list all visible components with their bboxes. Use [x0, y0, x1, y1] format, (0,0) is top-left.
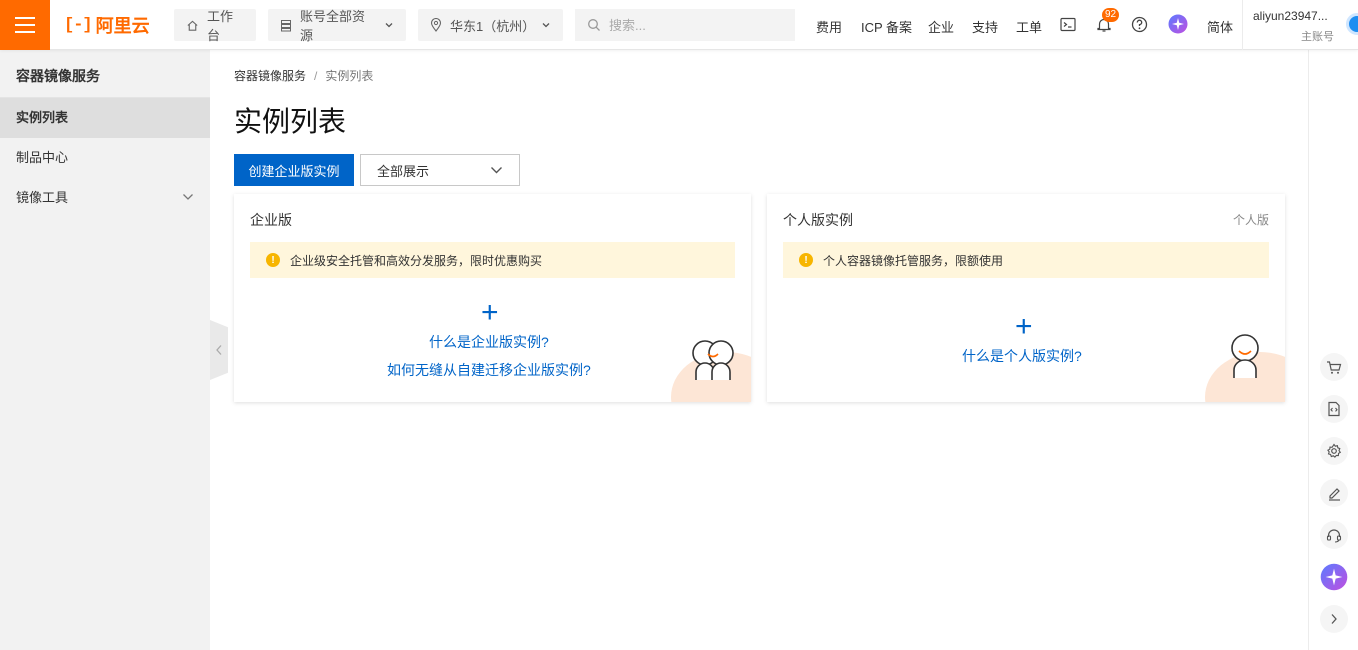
location-icon [430, 18, 442, 32]
nav-link-fees[interactable]: 费用 [816, 17, 842, 36]
display-filter-value: 全部展示 [377, 163, 430, 179]
create-enterprise-instance-button[interactable]: 创建企业版实例 [234, 154, 354, 186]
account-name: aliyun23947... [1253, 9, 1328, 23]
card-title: 企业版 [250, 212, 292, 228]
sidebar-item-instances[interactable]: 实例列表 [0, 98, 210, 138]
sidebar-item-image-tools[interactable]: 镜像工具 [0, 178, 210, 218]
chevron-down-icon [183, 194, 193, 200]
ai-assistant-icon[interactable] [1320, 563, 1348, 591]
nav-link-enterprise[interactable]: 企业 [928, 17, 954, 36]
workbench-button[interactable]: 工作台 [174, 9, 256, 43]
server-icon [281, 19, 291, 31]
display-filter-select[interactable]: 全部展示 [360, 154, 520, 186]
chevron-down-icon [385, 23, 393, 28]
right-tool-rail [1308, 50, 1358, 650]
cart-icon[interactable] [1320, 353, 1348, 381]
sidebar-item-label: 实例列表 [16, 110, 69, 125]
notice-text: 个人容器镜像托管服务，限额使用 [823, 253, 1004, 268]
region-selector[interactable]: 华东1（杭州） [418, 9, 563, 41]
resource-selector[interactable]: 账号全部资源 [268, 9, 406, 43]
nav-link-icp[interactable]: ICP 备案 [861, 17, 912, 36]
team-illustration-icon [692, 340, 734, 380]
personal-instance-card: 个人版实例 个人版 ! 个人容器镜像托管服务，限额使用 + 什么是个人版实例? [767, 194, 1285, 402]
page-title: 实例列表 [234, 106, 347, 137]
chevron-right-icon[interactable] [1320, 605, 1348, 633]
sidebar-title: 容器镜像服务 [0, 50, 210, 98]
migrate-enterprise-link[interactable]: 如何无缝从自建迁移企业版实例? [387, 360, 591, 380]
account-menu[interactable]: aliyun23947... 主账号 [1242, 0, 1358, 50]
sidebar-item-artifacts[interactable]: 制品中心 [0, 138, 210, 178]
account-role: 主账号 [1301, 31, 1334, 43]
warning-icon: ! [266, 253, 280, 267]
avatar[interactable] [1346, 13, 1358, 35]
language-switch[interactable]: 简体 [1207, 17, 1233, 36]
notice-text: 企业级安全托管和高效分发服务，限时优惠购买 [290, 253, 543, 268]
code-doc-icon[interactable] [1320, 395, 1348, 423]
aliyun-logo[interactable]: [-] 阿里云 [64, 13, 150, 37]
nav-link-support[interactable]: 支持 [972, 17, 998, 36]
help-icon[interactable] [1131, 16, 1148, 33]
region-label: 华东1（杭州） [450, 18, 536, 34]
terminal-icon[interactable] [1060, 17, 1076, 32]
card-edition-tag: 个人版 [1232, 213, 1269, 227]
breadcrumb-separator: / [314, 69, 318, 83]
home-icon [187, 20, 198, 31]
breadcrumb: 容器镜像服务 / 实例列表 [234, 67, 373, 84]
aliyun-logo-mark-icon: [-] [64, 15, 93, 35]
ai-assistant-icon[interactable] [1168, 14, 1188, 34]
what-is-personal-link[interactable]: 什么是个人版实例? [962, 346, 1082, 366]
breadcrumb-current: 实例列表 [325, 69, 374, 83]
logo-text: 阿里云 [95, 16, 150, 36]
enterprise-instance-card: 企业版 ! 企业级安全托管和高效分发服务，限时优惠购买 + 什么是企业版实例? … [234, 194, 751, 402]
personal-notice: ! 个人容器镜像托管服务，限额使用 [783, 242, 1269, 278]
add-personal-instance-icon[interactable]: + [1015, 312, 1033, 342]
card-title: 个人版实例 [783, 212, 853, 228]
gear-icon[interactable] [1320, 437, 1348, 465]
what-is-enterprise-link[interactable]: 什么是企业版实例? [429, 332, 549, 352]
nav-link-ticket[interactable]: 工单 [1016, 17, 1042, 36]
breadcrumb-root[interactable]: 容器镜像服务 [234, 69, 306, 83]
resource-selector-label: 账号全部资源 [300, 9, 366, 43]
search-icon [588, 19, 600, 31]
search-input[interactable] [609, 17, 779, 33]
headset-icon[interactable] [1320, 521, 1348, 549]
chevron-down-icon [542, 23, 550, 28]
sidebar-collapse-handle[interactable] [210, 320, 228, 380]
edit-icon[interactable] [1320, 479, 1348, 507]
enterprise-notice: ! 企业级安全托管和高效分发服务，限时优惠购买 [250, 242, 735, 278]
sidebar-item-label: 镜像工具 [16, 190, 69, 205]
menu-icon[interactable] [0, 0, 50, 50]
sidebar-item-label: 制品中心 [16, 150, 69, 165]
global-search [575, 9, 795, 41]
warning-icon: ! [799, 253, 813, 267]
person-illustration-icon [1231, 334, 1259, 378]
workbench-label: 工作台 [207, 9, 234, 43]
sidebar: 容器镜像服务 实例列表 制品中心 镜像工具 [0, 50, 210, 650]
top-bar: [-] 阿里云 工作台 账号全部资源 华东1（杭州） 费用 ICP 备案 企业 … [0, 0, 1358, 50]
chevron-down-icon [491, 167, 502, 174]
add-enterprise-instance-icon[interactable]: + [481, 298, 499, 328]
notification-badge: 92 [1102, 8, 1120, 22]
chevron-left-icon [216, 345, 222, 355]
